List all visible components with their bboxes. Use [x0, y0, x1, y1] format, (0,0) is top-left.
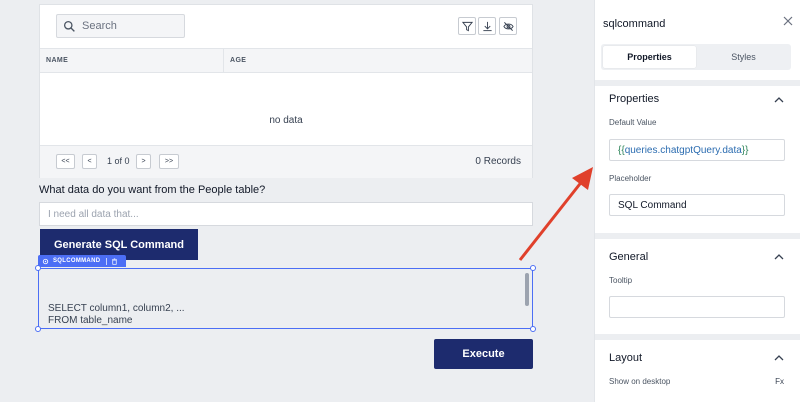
fx-toggle[interactable]: Fx — [775, 377, 784, 386]
download-icon — [482, 21, 492, 31]
layout-section-title[interactable]: Layout — [609, 352, 642, 364]
close-icon[interactable] — [782, 15, 794, 27]
tag-divider — [106, 257, 108, 265]
panel-title: sqlcommand — [603, 18, 666, 30]
resize-handle[interactable] — [35, 265, 41, 271]
general-section-title[interactable]: General — [609, 251, 648, 263]
resize-handle[interactable] — [530, 326, 536, 332]
sql-command-textarea[interactable]: SELECT column1, column2, ... FROM table_… — [38, 268, 533, 329]
default-value-label: Default Value — [609, 118, 657, 127]
table-header: NAME AGE — [40, 48, 532, 73]
sql-line-2: FROM table_name — [48, 315, 133, 326]
page-info: 1 of 0 — [107, 156, 130, 166]
column-header-age[interactable]: AGE — [224, 49, 532, 72]
prev-page-button[interactable]: < — [82, 154, 97, 169]
search-icon — [63, 20, 75, 32]
pagination-bar: << < 1 of 0 > >> 0 Records — [40, 145, 532, 178]
section-divider — [595, 334, 800, 340]
tooltip-label: Tooltip — [609, 276, 633, 285]
component-tag[interactable]: SQLCOMMAND — [38, 255, 127, 267]
chevron-up-icon[interactable] — [774, 95, 784, 105]
resize-handle[interactable] — [530, 265, 536, 271]
last-page-button[interactable]: >> — [159, 154, 179, 169]
hide-columns-button[interactable] — [499, 17, 517, 35]
component-tag-label: SQLCOMMAND — [53, 258, 101, 264]
sql-line-1: SELECT column1, column2, ... — [48, 303, 185, 314]
tooltip-input[interactable] — [609, 296, 785, 318]
tab-styles[interactable]: Styles — [697, 46, 790, 68]
default-value-input[interactable]: {{queries.chatgptQuery.data}} — [609, 139, 785, 161]
trash-icon[interactable] — [111, 257, 118, 265]
default-value-open: {{ — [618, 144, 625, 156]
search-input[interactable] — [82, 20, 182, 32]
eye-off-icon — [502, 21, 514, 31]
records-count: 0 Records — [475, 156, 521, 167]
resize-handle[interactable] — [35, 326, 41, 332]
inspector-panel: sqlcommand Properties Styles Properties … — [594, 0, 800, 402]
tab-properties[interactable]: Properties — [603, 46, 696, 68]
app-canvas: NAME AGE no data << < 1 of 0 > >> 0 Reco… — [0, 0, 594, 402]
execute-button[interactable]: Execute — [434, 339, 533, 369]
first-page-button[interactable]: << — [56, 154, 75, 169]
chevron-up-icon[interactable] — [774, 353, 784, 363]
question-label: What data do you want from the People ta… — [39, 184, 266, 196]
section-divider — [595, 233, 800, 239]
filter-icon — [461, 21, 473, 31]
placeholder-label: Placeholder — [609, 174, 652, 183]
table-search[interactable] — [56, 14, 185, 38]
column-header-name[interactable]: NAME — [40, 49, 224, 72]
show-on-desktop-label: Show on desktop — [609, 377, 671, 386]
default-value-expression: queries.chatgptQuery.data — [624, 144, 742, 156]
gear-icon — [42, 258, 49, 264]
empty-state: no data — [269, 115, 303, 126]
people-table: NAME AGE no data << < 1 of 0 > >> 0 Reco… — [39, 4, 533, 178]
section-divider — [595, 80, 800, 86]
filter-button[interactable] — [458, 17, 476, 35]
chevron-up-icon[interactable] — [774, 252, 784, 262]
next-page-button[interactable]: > — [136, 154, 151, 169]
prompt-input[interactable] — [39, 202, 533, 226]
default-value-close: }} — [741, 144, 749, 156]
placeholder-input[interactable]: SQL Command — [609, 194, 785, 216]
download-button[interactable] — [478, 17, 496, 35]
textarea-scrollbar[interactable] — [525, 273, 529, 306]
panel-tabs: Properties Styles — [601, 44, 791, 70]
properties-section-title[interactable]: Properties — [609, 93, 659, 105]
